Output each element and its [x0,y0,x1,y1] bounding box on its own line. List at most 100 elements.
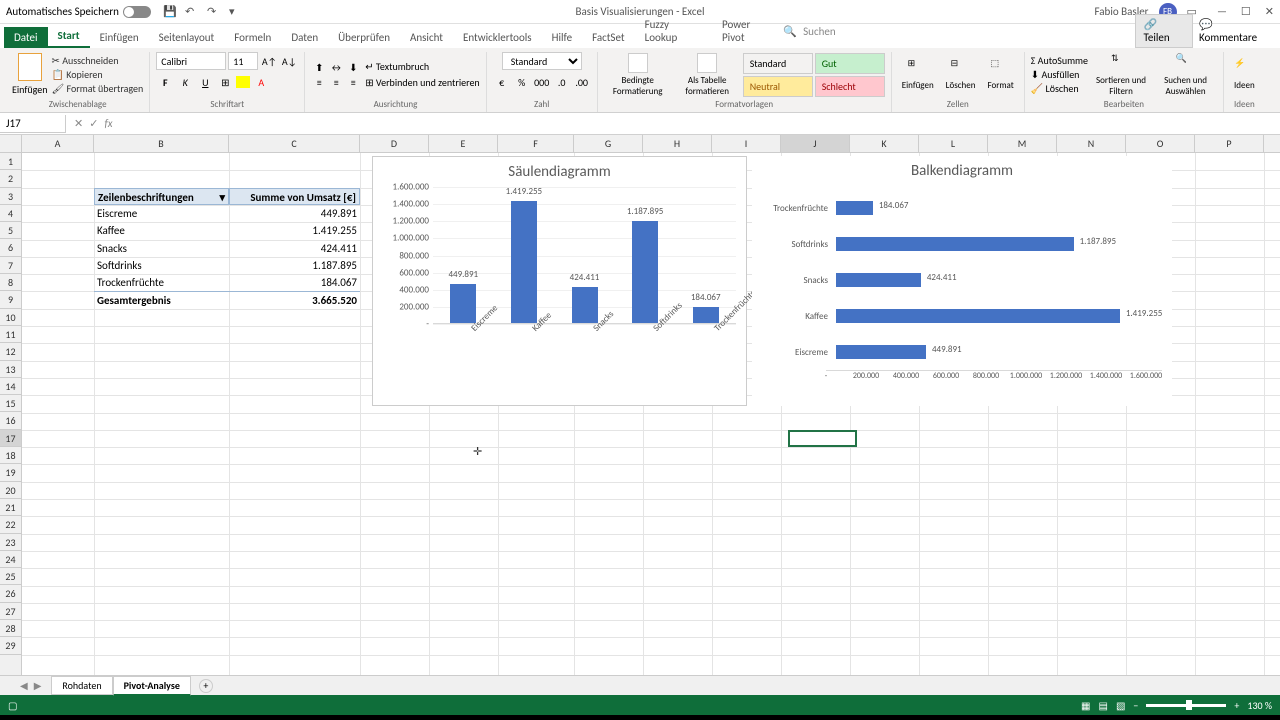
chart-bar[interactable] [836,273,921,287]
col-header-N[interactable]: N [1057,135,1126,152]
row-header-11[interactable]: 11 [0,326,21,343]
record-macro-icon[interactable]: ▢ [8,699,17,712]
shrink-font-icon[interactable]: A↓ [280,52,298,70]
sort-filter-button[interactable]: ⇅Sortieren und Filtern [1092,53,1150,97]
col-header-C[interactable]: C [229,135,360,152]
bold-button[interactable]: F [156,73,174,91]
format-table-button[interactable]: Als Tabelle formatieren [676,53,739,97]
add-sheet-icon[interactable]: + [199,679,213,693]
bar-chart[interactable]: Balkendiagramm Trockenfrüchte184.067Soft… [752,156,1172,406]
inc-decimal-icon[interactable]: .0 [553,73,571,91]
zoom-in-icon[interactable]: + [1234,699,1239,712]
col-header-J[interactable]: J [781,135,850,152]
row-header-22[interactable]: 22 [0,516,21,533]
format-cells-button[interactable]: ⬚Format [983,58,1017,91]
row-header-10[interactable]: 10 [0,309,21,326]
tab-view[interactable]: Ansicht [400,27,453,48]
row-header-18[interactable]: 18 [0,447,21,464]
col-header-A[interactable]: A [22,135,94,152]
percent-icon[interactable]: % [513,73,531,91]
row-header-3[interactable]: 3 [0,188,21,205]
pivot-header-rows[interactable]: Zeilenbeschriftungen ▾ [94,188,229,205]
zoom-value[interactable]: 130 % [1247,699,1272,712]
thousands-icon[interactable]: 000 [533,73,551,91]
col-header-O[interactable]: O [1126,135,1195,152]
col-header-H[interactable]: H [643,135,712,152]
copy-button[interactable]: 📋 Kopieren [52,68,144,81]
chart-bar[interactable] [836,345,926,359]
cancel-formula-icon[interactable]: ✕ [74,117,83,130]
row-header-25[interactable]: 25 [0,568,21,585]
sheet-tab-rohdaten[interactable]: Rohdaten [51,676,112,695]
wrap-text-button[interactable]: ↵ Textumbruch [365,60,479,73]
tab-dev[interactable]: Entwicklertools [453,27,542,48]
sheet-tab-pivot[interactable]: Pivot-Analyse [113,676,191,696]
col-header-D[interactable]: D [360,135,429,152]
pivot-row-value[interactable]: 1.419.255 [229,222,360,239]
pivot-total-value[interactable]: 3.665.520 [229,291,360,308]
enter-formula-icon[interactable]: ✓ [89,117,98,130]
pivot-row-label[interactable]: Trockenfrüchte [94,274,229,291]
underline-button[interactable]: U [196,73,214,91]
pivot-header-values[interactable]: Summe von Umsatz [€] [229,188,360,205]
col-header-G[interactable]: G [574,135,643,152]
col-header-K[interactable]: K [850,135,919,152]
pivot-row-value[interactable]: 184.067 [229,274,360,291]
chart-bar[interactable] [836,309,1120,323]
search-input[interactable]: Suchen [803,25,836,38]
find-select-button[interactable]: 🔍Suchen und Auswählen [1154,53,1217,97]
fill-button[interactable]: ⬇ Ausfüllen [1031,68,1088,81]
border-button[interactable]: ⊞ [216,73,234,91]
sheet-nav-next-icon[interactable]: ▶ [34,679,42,692]
comments-button[interactable]: 💬 Kommentare [1199,18,1270,44]
align-left-icon[interactable]: ≡ [311,75,327,89]
row-header-4[interactable]: 4 [0,205,21,222]
row-header-23[interactable]: 23 [0,534,21,551]
tab-insert[interactable]: Einfügen [90,27,149,48]
ideas-button[interactable]: ⚡Ideen [1230,58,1259,91]
row-header-17[interactable]: 17 [0,430,21,447]
row-header-19[interactable]: 19 [0,464,21,481]
currency-icon[interactable]: € [493,73,511,91]
font-size-select[interactable] [228,52,258,70]
row-header-26[interactable]: 26 [0,585,21,602]
row-header-20[interactable]: 20 [0,482,21,499]
fill-color-button[interactable] [236,76,250,88]
qat-more-icon[interactable]: ▾ [229,5,243,19]
col-header-I[interactable]: I [712,135,781,152]
col-header-F[interactable]: F [498,135,574,152]
share-button[interactable]: 🔗 Teilen [1135,14,1194,48]
number-format-select[interactable]: Standard [502,52,582,70]
row-header-5[interactable]: 5 [0,222,21,239]
row-header-13[interactable]: 13 [0,361,21,378]
paste-button[interactable]: Einfügen [12,53,48,96]
merge-button[interactable]: ⊞ Verbinden und zentrieren [365,76,479,89]
pivot-row-value[interactable]: 1.187.895 [229,257,360,274]
view-layout-icon[interactable]: ▤ [1099,699,1108,712]
cond-format-button[interactable]: Bedingte Formatierung [604,53,672,97]
chart-bar[interactable] [693,307,719,323]
col-header-E[interactable]: E [429,135,498,152]
row-header-27[interactable]: 27 [0,603,21,620]
selected-cell[interactable] [788,430,857,447]
zoom-out-icon[interactable]: − [1133,699,1138,712]
col-header-L[interactable]: L [919,135,988,152]
grow-font-icon[interactable]: A↑ [260,52,278,70]
pivot-row-label[interactable]: Snacks [94,240,229,257]
row-header-8[interactable]: 8 [0,274,21,291]
col-header-P[interactable]: P [1195,135,1264,152]
tab-powerpivot[interactable]: Power Pivot [712,14,783,48]
align-right-icon[interactable]: ≡ [345,75,361,89]
autosum-button[interactable]: Σ AutoSumme [1031,54,1088,67]
font-color-button[interactable]: A [252,73,270,91]
chart-bar[interactable] [572,287,598,323]
row-header-29[interactable]: 29 [0,637,21,654]
pivot-row-label[interactable]: Eiscreme [94,205,229,222]
clear-button[interactable]: 🧹 Löschen [1031,82,1088,95]
row-header-12[interactable]: 12 [0,343,21,360]
row-header-16[interactable]: 16 [0,412,21,429]
row-header-1[interactable]: 1 [0,153,21,170]
view-normal-icon[interactable]: ▦ [1081,699,1090,712]
align-center-icon[interactable]: ≡ [328,75,344,89]
tab-fuzzy[interactable]: Fuzzy Lookup [635,14,712,48]
